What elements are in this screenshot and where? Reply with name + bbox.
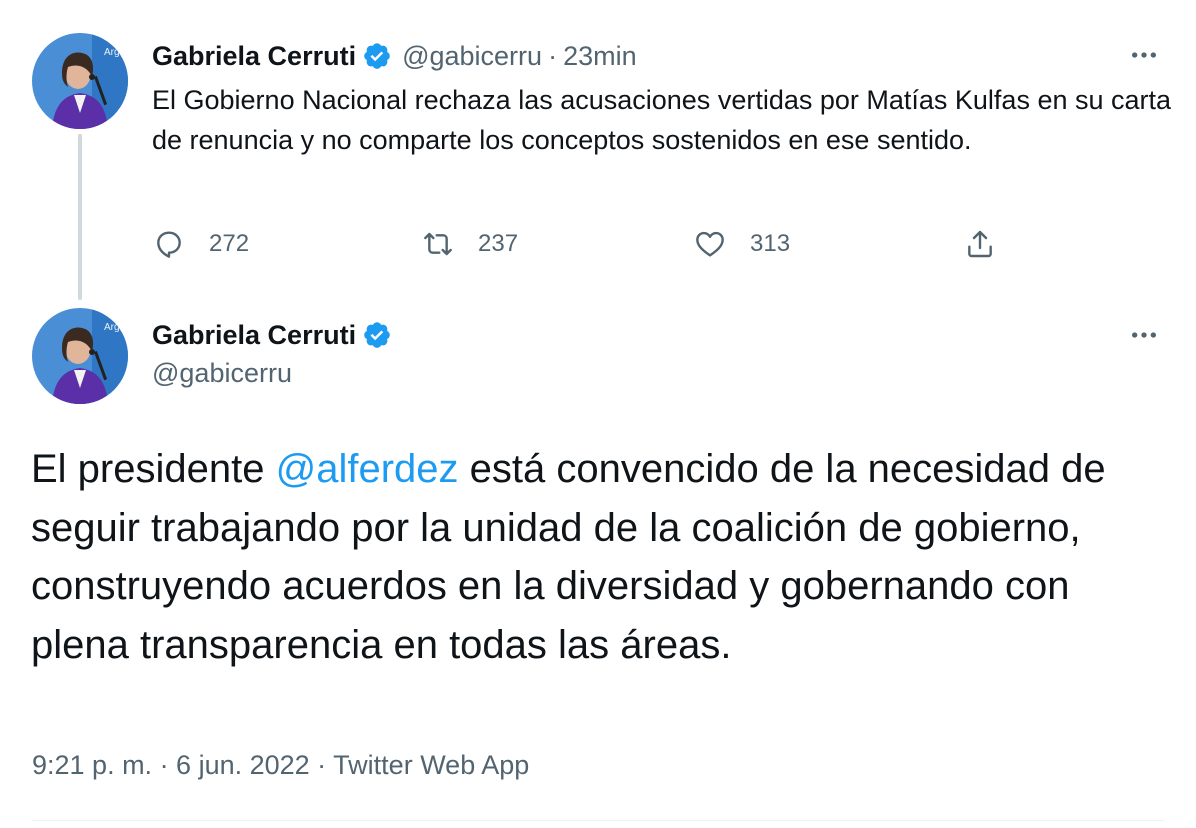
more-options-icon: [1132, 332, 1156, 338]
tweet1-action-bar: 272 237 313: [0, 222, 1196, 266]
tweet-timestamp[interactable]: 23min: [563, 41, 637, 72]
svg-text:Argen: Argen: [104, 322, 128, 333]
share-icon: [968, 230, 992, 258]
author-avatar[interactable]: Argen: [32, 33, 128, 129]
tweet1-text: El Gobierno Nacional rechaza las acusaci…: [152, 85, 1172, 155]
like-count: 313: [750, 230, 791, 257]
reply-icon: [157, 231, 181, 258]
tweet2-header: Gabriela Cerruti @gabicerru: [152, 316, 392, 389]
retweet-icon: [424, 232, 452, 256]
divider: [32, 820, 1164, 821]
retweet-count: 237: [478, 230, 519, 257]
author-name[interactable]: Gabriela Cerruti: [152, 320, 356, 351]
verified-badge-icon: [364, 322, 390, 348]
author-avatar[interactable]: Argen: [32, 308, 128, 404]
avatar-photo: Argen: [32, 308, 128, 404]
thread-connector-line: [78, 134, 82, 300]
share-button[interactable]: [964, 222, 996, 266]
svg-text:Argen: Argen: [104, 47, 128, 58]
verified-badge-icon: [364, 43, 390, 69]
more-options-button[interactable]: [1124, 315, 1164, 355]
more-options-button[interactable]: [1124, 35, 1164, 75]
avatar-photo: Argen: [32, 33, 128, 129]
retweet-button[interactable]: 237: [422, 222, 518, 266]
heart-icon: [696, 231, 724, 257]
more-options-icon: [1132, 52, 1156, 58]
separator-dot: ·: [548, 40, 558, 71]
author-handle[interactable]: @gabicerru: [152, 358, 392, 389]
author-name[interactable]: Gabriela Cerruti: [152, 41, 356, 72]
like-button[interactable]: 313: [694, 222, 790, 266]
tweet2-text-before: El presidente: [31, 447, 276, 491]
tweet2-text: El presidente @alferdez está convencido …: [31, 440, 1151, 674]
reply-button[interactable]: 272: [153, 222, 249, 266]
reply-count: 272: [209, 230, 250, 257]
mention-link[interactable]: @alferdez: [276, 447, 459, 491]
author-handle[interactable]: @gabicerru: [402, 41, 542, 72]
tweet1-header: Gabriela Cerruti @gabicerru · 23min: [152, 37, 637, 75]
tweet2-metadata[interactable]: 9:21 p. m. · 6 jun. 2022 · Twitter Web A…: [32, 750, 529, 781]
tweet-thread: Argen Gabriela Cerruti @gabicerru · 23mi…: [0, 0, 1196, 828]
